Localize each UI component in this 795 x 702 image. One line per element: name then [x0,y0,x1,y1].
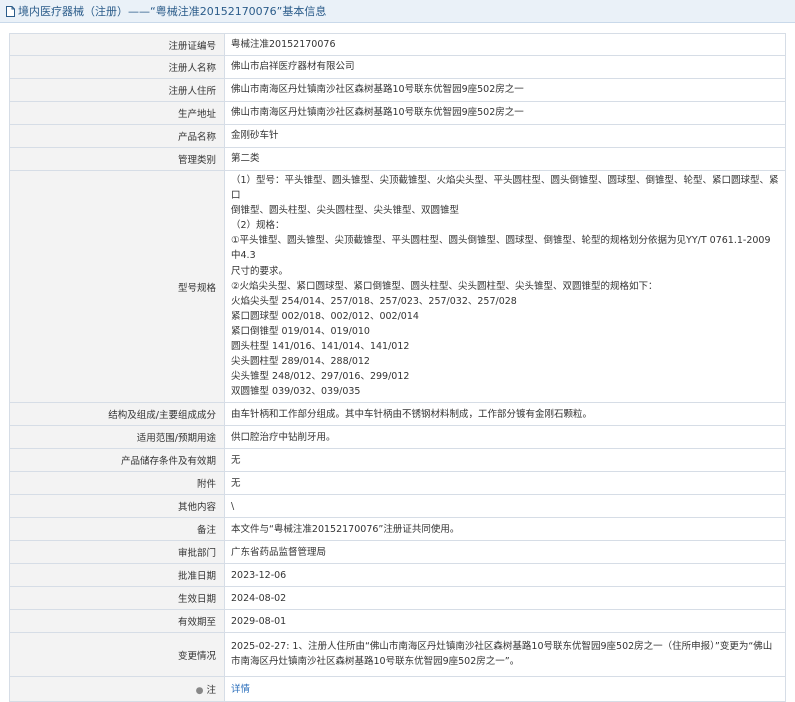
value: 2029-08-01 [224,609,786,634]
label: 变更情况 [9,632,225,678]
label: ● 注 [9,676,225,702]
spec-line: 尺寸的要求。 [231,265,289,277]
label: 生效日期 [9,586,225,611]
value: 本文件与“粤械注准20152170076”注册证共同使用。 [224,517,786,542]
spec-line: ②火焰尖头型、紧口圆球型、紧口倒锥型、圆头柱型、尖头圆柱型、尖头锥型、双圆锥型的… [231,280,658,292]
label: 产品名称 [9,124,225,148]
label: 注册人名称 [9,55,225,79]
row-expiry-date: 有效期至 2029-08-01 [9,609,786,634]
label: 结构及组成/主要组成成分 [9,402,225,427]
row-scope: 适用范围/预期用途 供口腔治疗中钻削牙用。 [9,425,786,450]
spec-line: （1）型号：平头锥型、圆头锥型、尖顶截锥型、火焰尖头型、平头圆柱型、圆头倒锥型、… [231,175,779,202]
row-mgmt-class: 管理类别 第二类 [9,147,786,171]
pin-icon: ● [195,686,204,697]
value: 佛山市南海区丹灶镇南沙社区森树基路10号联东优智园9座502房之一 [224,101,786,125]
label: 审批部门 [9,540,225,565]
spec-line: 双圆锥型 039/032、039/035 [231,386,361,398]
value: 2025-02-27: 1、注册人住所由“佛山市南海区丹灶镇南沙社区森树基路10… [224,632,786,678]
label: 产品储存条件及有效期 [9,448,225,473]
value: 无 [224,471,786,496]
spec-line: 火焰尖头型 254/014、257/018、257/023、257/032、25… [231,295,517,307]
label: 适用范围/预期用途 [9,425,225,450]
label: 注册人住所 [9,78,225,102]
label: 生产地址 [9,101,225,125]
label: 批准日期 [9,563,225,588]
row-note: ● 注 详情 [9,676,786,702]
row-model-spec: 型号规格 （1）型号：平头锥型、圆头锥型、尖顶截锥型、火焰尖头型、平头圆柱型、圆… [9,169,786,404]
spec-line: 倒锥型、圆头柱型、尖头圆柱型、尖头锥型、双圆锥型 [231,205,460,217]
row-registrant-name: 注册人名称 佛山市启祥医疗器材有限公司 [9,55,786,79]
value: 2024-08-02 [224,586,786,611]
value: 佛山市南海区丹灶镇南沙社区森树基路10号联东优智园9座502房之一 [224,78,786,102]
row-product-name: 产品名称 金刚砂车针 [9,124,786,148]
spec-line: 紧口圆球型 002/018、002/012、002/014 [231,310,419,322]
value: 详情 [224,676,786,702]
spec-line: 圆头柱型 141/016、141/014、141/012 [231,341,410,353]
spec-line: （2）规格： [231,220,285,232]
spec-line: 尖头锥型 248/012、297/016、299/012 [231,371,410,383]
row-remark: 备注 本文件与“粤械注准20152170076”注册证共同使用。 [9,517,786,542]
value: \ [224,494,786,519]
details-link[interactable]: 详情 [231,684,250,695]
row-approval-dept: 审批部门 广东省药品监督管理局 [9,540,786,565]
row-prod-addr: 生产地址 佛山市南海区丹灶镇南沙社区森树基路10号联东优智园9座502房之一 [9,101,786,125]
page-title: 境内医疗器械（注册）——“粤械注准20152170076”基本信息 [18,5,327,18]
label: 附件 [9,471,225,496]
label: 其他内容 [9,494,225,519]
row-other: 其他内容 \ [9,494,786,519]
value: 佛山市启祥医疗器材有限公司 [224,55,786,79]
value: 由车针柄和工作部分组成。其中车针柄由不锈钢材料制成，工作部分镀有金刚石颗粒。 [224,402,786,427]
note-label: 注 [206,685,216,697]
label: 型号规格 [9,169,225,404]
row-structure: 结构及组成/主要组成成分 由车针柄和工作部分组成。其中车针柄由不锈钢材料制成，工… [9,402,786,427]
row-effective-date: 生效日期 2024-08-02 [9,586,786,611]
label: 备注 [9,517,225,542]
value: 供口腔治疗中钻削牙用。 [224,425,786,450]
label: 注册证编号 [9,33,225,56]
label: 有效期至 [9,609,225,634]
row-reg-no: 注册证编号 粤械注准20152170076 [9,33,786,56]
row-storage: 产品储存条件及有效期 无 [9,448,786,473]
row-approval-date: 批准日期 2023-12-06 [9,563,786,588]
row-changes: 变更情况 2025-02-27: 1、注册人住所由“佛山市南海区丹灶镇南沙社区森… [9,632,786,678]
document-icon [6,5,15,17]
change-line: 市南海区丹灶镇南沙社区森树基路10号联东优智园9座502房之一”。 [231,656,520,668]
row-attachment: 附件 无 [9,471,786,496]
change-line: 2025-02-27: 1、注册人住所由“佛山市南海区丹灶镇南沙社区森树基路10… [231,641,773,653]
info-table: 注册证编号 粤械注准20152170076 注册人名称 佛山市启祥医疗器材有限公… [9,33,786,702]
row-registrant-addr: 注册人住所 佛山市南海区丹灶镇南沙社区森树基路10号联东优智园9座502房之一 [9,78,786,102]
value: （1）型号：平头锥型、圆头锥型、尖顶截锥型、火焰尖头型、平头圆柱型、圆头倒锥型、… [224,169,786,404]
label: 管理类别 [9,147,225,171]
page-header: 境内医疗器械（注册）——“粤械注准20152170076”基本信息 [0,0,795,23]
spec-line: 尖头圆柱型 289/014、288/012 [231,356,370,368]
value: 粤械注准20152170076 [224,33,786,56]
spec-line: ①平头锥型、圆头锥型、尖顶截锥型、平头圆柱型、圆头倒锥型、圆球型、倒锥型、轮型的… [231,235,771,262]
value: 2023-12-06 [224,563,786,588]
spec-line: 紧口倒锥型 019/014、019/010 [231,325,370,337]
value: 无 [224,448,786,473]
value: 第二类 [224,147,786,171]
value: 金刚砂车针 [224,124,786,148]
value: 广东省药品监督管理局 [224,540,786,565]
